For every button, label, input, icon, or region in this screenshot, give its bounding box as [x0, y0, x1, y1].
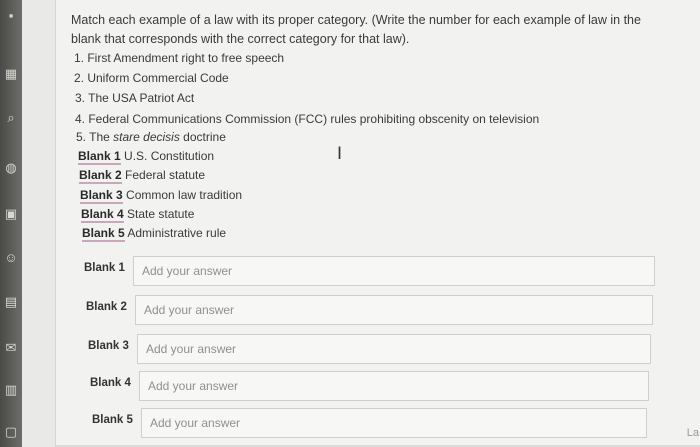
- question-card: Match each example of a law with its pro…: [55, 0, 700, 447]
- text-cursor-icon: I: [337, 144, 343, 164]
- search-icon[interactable]: ⌕: [3, 110, 19, 126]
- app-icon[interactable]: ▢: [3, 424, 19, 440]
- example-item: 2. Uniform Commercial Code: [74, 71, 229, 85]
- mail-icon[interactable]: ✉: [3, 340, 19, 356]
- question-prompt: Match each example of a law with its pro…: [71, 11, 671, 49]
- blank-3-input[interactable]: [137, 334, 651, 364]
- italic-term: stare decisis: [113, 130, 180, 144]
- answer-label: Blank 3: [88, 340, 129, 352]
- example-item: 4. Federal Communications Commission (FC…: [75, 112, 540, 126]
- example-item: 5. The stare decisis doctrine: [76, 130, 226, 144]
- blank-4-input[interactable]: [139, 371, 649, 401]
- blank-2-input[interactable]: [135, 295, 653, 325]
- question-line: Match each example of a law with its pro…: [71, 13, 641, 27]
- answer-label: Blank 5: [92, 414, 133, 426]
- app-icon[interactable]: ▪: [3, 8, 19, 24]
- blank-5-input[interactable]: [141, 408, 647, 438]
- blank-category: Blank 5 Administrative rule: [82, 226, 227, 242]
- blank-category: Blank 2 Federal statute: [79, 168, 206, 184]
- answer-label: Blank 2: [86, 301, 127, 313]
- blank-category: Blank 1 U.S. Constitution: [78, 149, 215, 165]
- chart-icon[interactable]: ▥: [3, 382, 19, 398]
- blank-1-input[interactable]: [133, 256, 655, 286]
- app-icon[interactable]: ▦: [3, 66, 19, 82]
- example-item: 1. First Amendment right to free speech: [74, 51, 285, 65]
- app-icon[interactable]: ▣: [3, 206, 19, 222]
- taskbar-strip: ▪ ▦ ⌕ ◍ ▣ ☺ ▤ ✉ ▥ ▢: [0, 0, 22, 447]
- blank-category: Blank 4 State statute: [81, 207, 195, 223]
- blank-category: Blank 3 Common law tradition: [80, 188, 243, 204]
- globe-icon[interactable]: ◍: [3, 160, 19, 176]
- people-icon[interactable]: ☺: [3, 250, 19, 266]
- example-item: 3. The USA Patriot Act: [75, 91, 195, 105]
- answer-label: Blank 1: [84, 262, 125, 274]
- question-line: blank that corresponds with the correct …: [71, 32, 410, 46]
- answer-label: Blank 4: [90, 377, 131, 389]
- calendar-icon[interactable]: ▤: [3, 294, 19, 310]
- corner-text: La: [686, 427, 699, 439]
